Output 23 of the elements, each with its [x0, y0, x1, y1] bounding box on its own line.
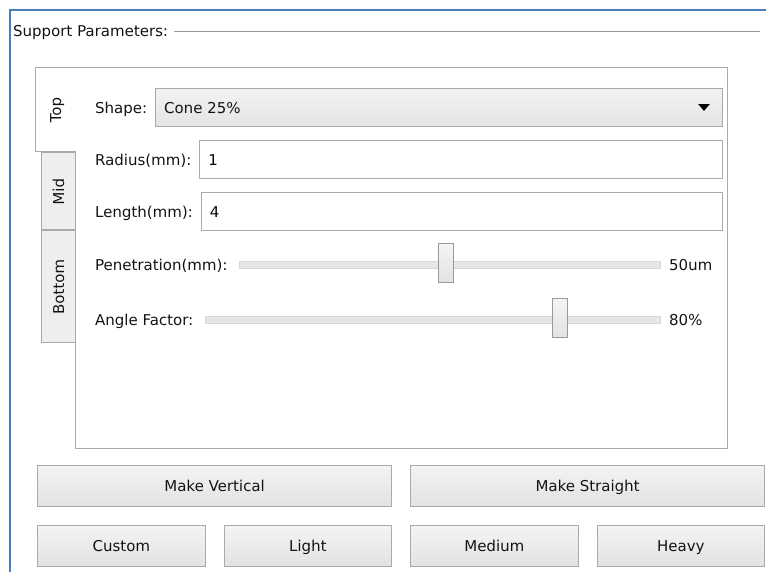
button[interactable]: Custom [37, 525, 206, 567]
slider-label: Penetration(mm): [95, 256, 228, 274]
caret-icon [698, 104, 710, 111]
slider-value: 80% [669, 311, 704, 329]
slider-thumb[interactable] [438, 243, 454, 283]
slider-label: Angle Factor: [95, 311, 194, 329]
input-field[interactable]: 4 [200, 192, 723, 231]
tab[interactable]: Mid [41, 152, 75, 230]
input-field[interactable]: 1 [199, 140, 723, 179]
button[interactable]: Make Straight [410, 465, 765, 507]
tab[interactable]: Top [35, 67, 76, 152]
shape-label: Shape: [95, 98, 148, 116]
button[interactable]: Make Vertical [37, 465, 392, 507]
button[interactable]: Heavy [596, 525, 765, 567]
field-label: Radius(mm): [95, 150, 192, 168]
button[interactable]: Medium [410, 525, 578, 567]
group-title: Support Parameters: [13, 22, 168, 40]
field-label: Length(mm): [95, 202, 193, 220]
shape-dropdown[interactable]: Cone 25% [155, 88, 723, 127]
slider-value: 50um [669, 256, 714, 274]
tab[interactable]: Bottom [41, 230, 75, 343]
slider-thumb[interactable] [552, 298, 568, 338]
button[interactable]: Light [224, 525, 392, 567]
